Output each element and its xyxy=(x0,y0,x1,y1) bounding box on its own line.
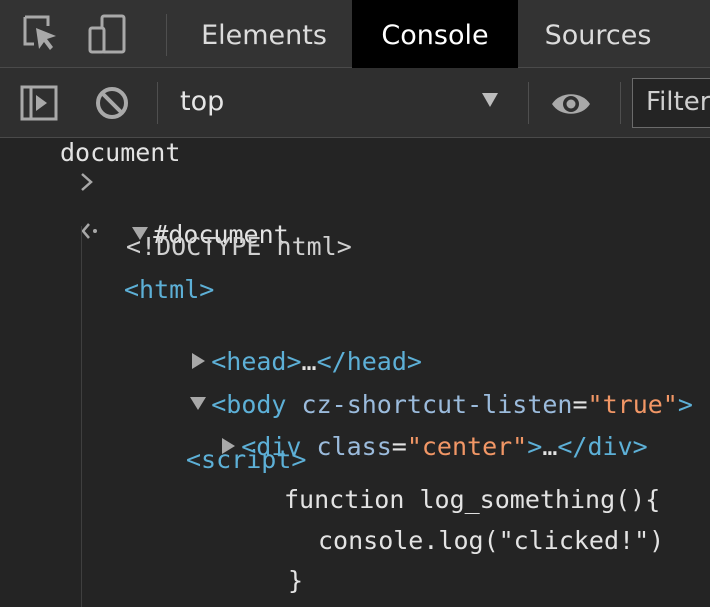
dropdown-arrow-icon[interactable] xyxy=(482,93,498,107)
inspect-element-icon[interactable] xyxy=(22,14,62,54)
tab-sources[interactable]: Sources xyxy=(518,0,678,68)
tab-elements[interactable]: Elements xyxy=(176,0,352,68)
script-code-line: function log_something(){ xyxy=(284,485,661,514)
devtools-tab-bar: Elements Console Sources xyxy=(0,0,710,68)
toolbar-separator xyxy=(528,82,529,124)
div-attribute-name: class xyxy=(316,432,392,461)
toolbar-separator xyxy=(620,82,621,124)
script-node[interactable]: <script> xyxy=(186,445,306,475)
div-ellipsis: … xyxy=(542,432,558,461)
tab-bar-separator xyxy=(166,14,167,56)
filter-placeholder: Filter xyxy=(646,87,710,117)
device-toolbar-icon[interactable] xyxy=(88,14,128,54)
tab-elements-label: Elements xyxy=(201,20,327,51)
div-attribute-eq: = xyxy=(391,432,407,461)
filter-input[interactable]: Filter xyxy=(632,78,710,128)
script-code-line: } xyxy=(288,566,304,595)
console-toolbar: top Filter xyxy=(0,68,710,138)
console-input-text: document xyxy=(60,138,181,167)
html-node[interactable]: <html> xyxy=(124,275,214,305)
script-code-line: console.log("clicked!") xyxy=(318,526,665,555)
context-selector[interactable]: top xyxy=(180,86,224,117)
context-selector-value: top xyxy=(180,86,225,117)
show-console-sidebar-icon[interactable] xyxy=(20,84,58,122)
console-output: document #document <!DOCTYPE html> <html… xyxy=(0,138,710,607)
div-bracket: > xyxy=(527,432,543,461)
tab-console[interactable]: Console xyxy=(352,0,518,68)
div-attribute-value: "center" xyxy=(406,432,528,461)
toolbar-separator xyxy=(157,82,158,124)
live-expression-icon[interactable] xyxy=(550,85,592,123)
doctype-node[interactable]: <!DOCTYPE html> xyxy=(126,232,352,262)
clear-console-icon[interactable] xyxy=(93,84,131,122)
div-close-tag: </div> xyxy=(557,432,648,461)
tree-guide-line xyxy=(81,226,82,607)
body-close-bracket: > xyxy=(677,390,693,419)
tab-console-label: Console xyxy=(381,20,489,51)
tab-sources-label: Sources xyxy=(544,20,652,51)
